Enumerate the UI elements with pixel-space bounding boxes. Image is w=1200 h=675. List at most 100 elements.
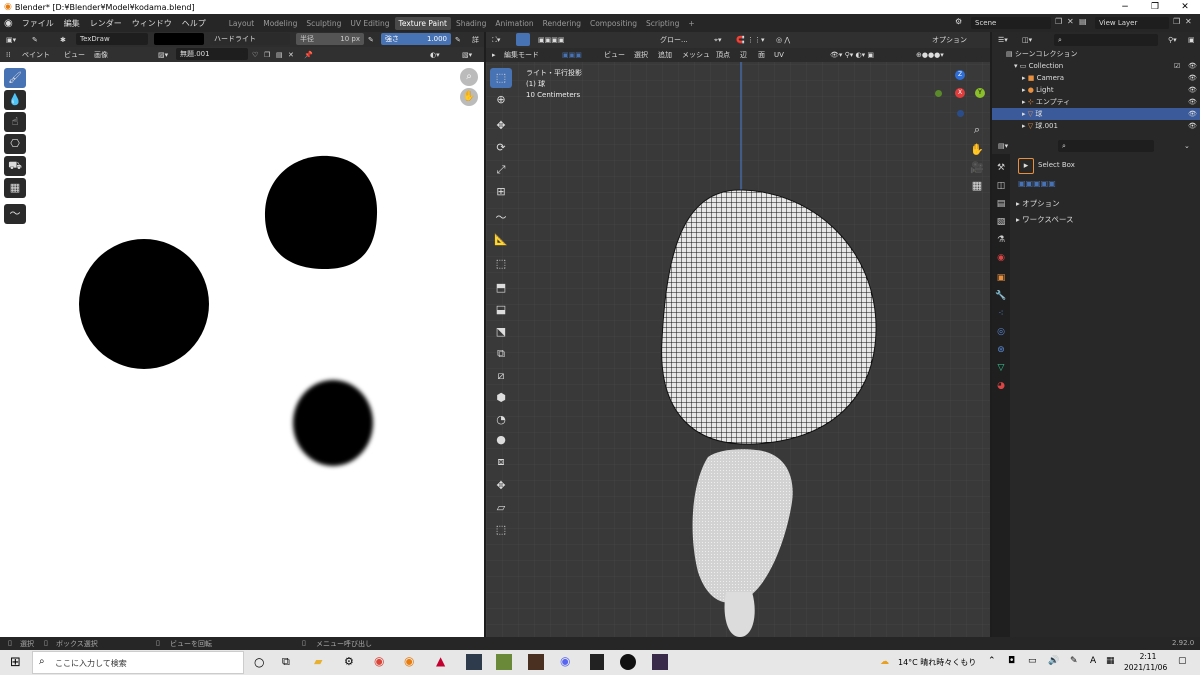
tab-layout[interactable]: Layout [225,17,259,30]
image-open-icon[interactable]: ▤ [276,49,283,61]
menu-vertex-3d[interactable]: 頂点 [716,49,730,61]
fill-tool-button[interactable]: ⛟ [4,156,26,176]
file-explorer-icon[interactable]: ▰ [314,655,322,668]
menu-edit[interactable]: 編集 [59,18,85,29]
display-channels-icon[interactable]: ◐▾ [430,49,440,61]
select-mode-buttons[interactable]: ▣▣▣▣▣ [1018,179,1056,188]
pin-icon[interactable]: 📌 [304,49,313,61]
clock-date[interactable]: 2021/11/06 [1124,663,1167,672]
minecraft-icon[interactable] [496,654,512,670]
tab-sculpting[interactable]: Sculpting [302,17,345,30]
world-tab-icon[interactable]: ◉ [995,252,1007,264]
bevel-tool[interactable]: ⬔ [490,322,512,342]
more-settings-label[interactable]: 詳 [472,34,479,46]
gizmo-y[interactable]: Y [975,88,985,98]
windows-start-icon[interactable]: ⊞ [10,655,21,670]
pan-view-icon[interactable]: ✋ [966,140,988,160]
annotate-tool-button[interactable]: 〜 [4,204,26,224]
brush-icon[interactable]: ✎ [32,34,38,46]
options-panel[interactable]: ▸ オプション [1016,198,1060,209]
pen-icon[interactable]: ✎ [1070,656,1078,666]
gizmo-z[interactable]: Z [955,70,965,80]
image-unlink-icon[interactable]: ✕ [288,49,294,61]
scale-tool[interactable]: ⤢ [490,160,512,180]
editor-type-icon[interactable]: ▣▾ [6,34,16,46]
view-layer-tab-icon[interactable]: ▧ [995,216,1007,228]
eye-icon[interactable]: 👁 [1188,96,1197,108]
minimize-button[interactable]: − [1110,0,1140,14]
eye-icon[interactable]: 👁 [1188,72,1197,84]
brush-name-field[interactable]: TexDraw [76,33,148,45]
brush-color-swatch[interactable] [154,33,204,45]
loop-cut-tool[interactable]: ⧉ [490,344,512,364]
weather-text[interactable]: 14°C 晴れ時々くもり [898,657,976,668]
scene-tab-icon[interactable]: ⚗ [995,234,1007,246]
cortana-icon[interactable]: ○ [254,655,264,669]
snap-icon[interactable]: 🧲 ⋮⋮▾ [736,34,764,46]
properties-type-icon[interactable]: ▤▾ [998,140,1008,152]
tab-animation[interactable]: Animation [491,17,537,30]
tray-chevron-icon[interactable]: ⌃ [988,656,996,666]
viewport-editor-type-icon[interactable]: ⛶▾ [492,34,500,46]
radius-field[interactable]: 半径 10 px [296,33,364,45]
battery-icon[interactable]: ▭ [1028,656,1037,666]
notification-icon[interactable]: ▢ [1178,656,1187,666]
outliner-row-light[interactable]: ▸ ● Light 👁 [992,84,1200,96]
data-tab-icon[interactable]: ▽ [995,362,1007,374]
edge-slide-tool[interactable]: ⧈ [490,452,512,472]
poly-build-tool[interactable]: ⬢ [490,388,512,408]
select-box-tool[interactable]: ⬚ [490,68,512,88]
add-workspace-button[interactable]: + [684,17,698,30]
menu-face-3d[interactable]: 面 [758,49,765,61]
annotate-tool[interactable]: 〜 [490,208,512,228]
menu-select-3d[interactable]: 選択 [634,49,648,61]
app-icon-dark[interactable] [590,654,604,670]
3d-viewport[interactable]: ⛶▾ ▣▣▣▣ グロー... ⌖▾ 🧲 ⋮⋮▾ ◎ ⋀ オプション ▸ 編集モー… [486,32,990,637]
visibility-icons[interactable]: 👁▾ ⚲▾ ◐▾ ▣ [830,49,874,61]
outliner-row-camera[interactable]: ▸ ■ Camera 👁 [992,72,1200,84]
close-button[interactable]: ✕ [1170,0,1200,14]
outliner-type-icon[interactable]: ☰▾ [998,34,1008,46]
app-icon-2k[interactable] [466,654,482,670]
clone-tool-button[interactable]: ⎔ [4,134,26,154]
physics-tab-icon[interactable]: ◎ [995,326,1007,338]
blend-mode-dropdown[interactable]: ハードライト [210,33,290,45]
shear-tool[interactable]: ▱ [490,498,512,518]
tab-uv-editing[interactable]: UV Editing [346,17,393,30]
rip-tool[interactable]: ⬚ [490,520,512,540]
fake-user-icon[interactable]: ✱ [60,34,66,46]
ortho-toggle-icon[interactable]: ▦ [966,176,988,196]
material-tab-icon[interactable]: ◕ [995,380,1007,392]
knife-tool[interactable]: ⧄ [490,366,512,386]
rotate-tool[interactable]: ⟳ [490,138,512,158]
outliner-row-sphere-001[interactable]: ▸ ▽ 球.001 👁 [992,120,1200,132]
mode-dropdown[interactable]: ペイント [22,49,50,61]
cursor-tool[interactable]: ⊕ [490,90,512,110]
proportional-icon[interactable]: ◎ ⋀ [776,34,790,46]
add-cube-tool[interactable]: ⬚ [490,254,512,274]
tab-compositing[interactable]: Compositing [586,17,641,30]
app-icon-purple[interactable] [652,654,668,670]
properties-options-icon[interactable]: ⌄ [1184,140,1190,152]
tab-modeling[interactable]: Modeling [259,17,301,30]
image-name-field[interactable]: 無題.001 [176,48,248,60]
shading-mode-icons[interactable]: ⊕●●●▾ [916,49,944,61]
settings-icon[interactable]: ⚙ [344,655,354,668]
spin-tool[interactable]: ◔ [490,410,512,430]
weather-icon[interactable]: ☁ [880,657,889,667]
transform-tool[interactable]: ⊞ [490,182,512,202]
blender-taskbar-icon[interactable]: ◉ [404,654,414,668]
display-mode-icon[interactable]: ◫▾ [1022,34,1032,46]
mask-tool-button[interactable]: ▦ [4,178,26,198]
blender-menu-icon[interactable]: ◉ [0,18,17,29]
smear-tool-button[interactable]: ☝ [4,112,26,132]
collection-row[interactable]: ▾ ▭ Collection ☑ 👁 [992,60,1200,72]
smooth-tool[interactable]: ● [490,430,512,450]
select-tool-icon[interactable] [516,33,530,46]
workspace-panel[interactable]: ▸ ワークスペース [1016,214,1074,225]
menu-image[interactable]: 画像 [94,49,108,61]
image-browse-icon[interactable]: ▨▾ [158,49,168,61]
menu-render[interactable]: レンダー [85,18,127,29]
camera-view-icon[interactable]: 🎥 [966,158,988,178]
maximize-button[interactable]: ❐ [1140,0,1170,14]
